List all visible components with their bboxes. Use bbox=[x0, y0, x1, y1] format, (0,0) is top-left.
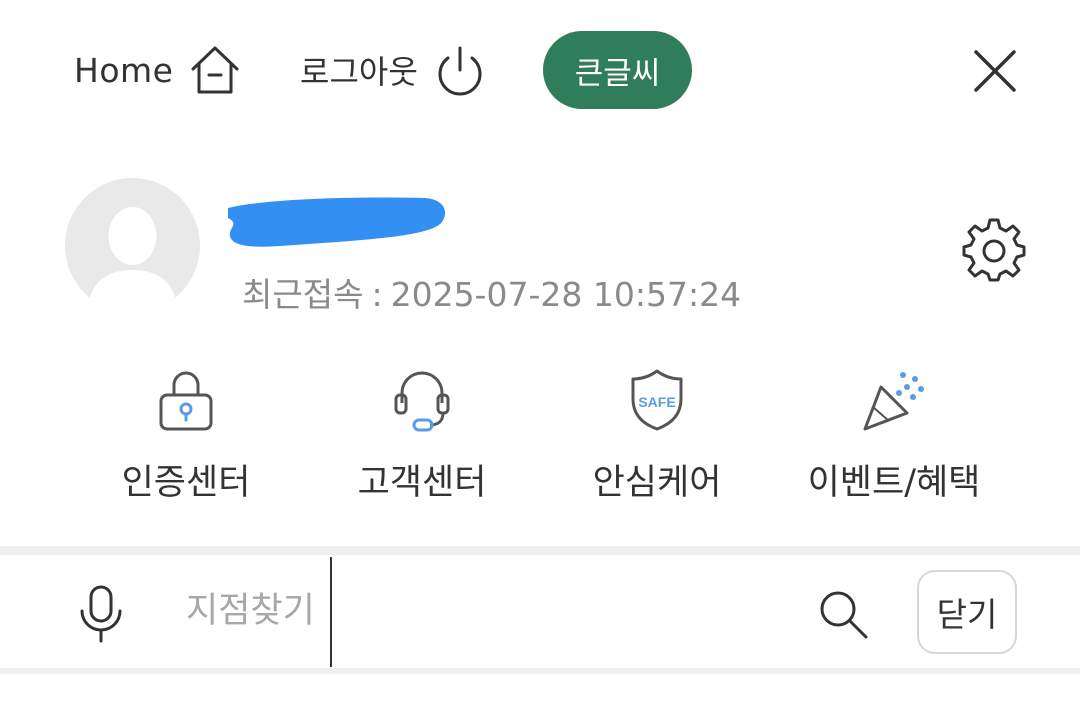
branch-search-input[interactable] bbox=[186, 577, 786, 645]
quick-menu-label: 인증센터 bbox=[121, 463, 251, 503]
last-access-label: 최근접속 bbox=[242, 275, 364, 314]
safe-badge-text: SAFE bbox=[638, 394, 675, 410]
avatar[interactable] bbox=[65, 178, 200, 313]
quick-menu-item-auth-center[interactable]: 인증센터 bbox=[76, 360, 296, 510]
home-button[interactable]: Home bbox=[74, 40, 243, 100]
quick-menu-item-event-benefit[interactable]: 이벤트/혜택 bbox=[784, 360, 1004, 510]
close-search-button[interactable]: 닫기 bbox=[917, 570, 1017, 654]
quick-menu-item-safe-care[interactable]: SAFE 안심케어 bbox=[547, 360, 767, 510]
home-icon bbox=[191, 46, 239, 94]
last-access-value: 2025-07-28 10:57:24 bbox=[390, 275, 742, 314]
last-access-info: 최근접속:2025-07-28 10:57:24 bbox=[242, 268, 741, 316]
close-icon[interactable] bbox=[966, 42, 1024, 100]
section-divider bbox=[0, 546, 1080, 555]
logout-label: 로그아웃 bbox=[300, 53, 418, 91]
quick-menu-item-customer-center[interactable]: 고객센터 bbox=[312, 360, 532, 510]
power-icon bbox=[438, 46, 482, 96]
profile-section: 최근접속:2025-07-28 10:57:24 bbox=[0, 150, 1080, 330]
logout-button[interactable]: 로그아웃 bbox=[300, 40, 486, 100]
quick-menu-label: 고객센터 bbox=[357, 463, 487, 503]
top-bar: Home 로그아웃 큰글씨 bbox=[0, 0, 1080, 140]
microphone-icon[interactable] bbox=[76, 583, 126, 645]
last-access-separator: : bbox=[371, 275, 383, 314]
home-label: Home bbox=[74, 50, 174, 90]
safe-shield-icon: SAFE bbox=[631, 369, 683, 431]
user-silhouette-icon bbox=[87, 207, 178, 313]
bottom-divider bbox=[0, 668, 1080, 674]
quick-menu: 인증센터 고객센터 SAFE 안심케어 이벤트/혜택 bbox=[0, 360, 1080, 510]
quick-menu-label: 이벤트/혜택 bbox=[807, 463, 981, 503]
text-caret bbox=[330, 557, 332, 667]
big-font-button[interactable]: 큰글씨 bbox=[543, 31, 692, 109]
quick-menu-label: 안심케어 bbox=[592, 463, 722, 503]
redacted-user-name bbox=[228, 197, 446, 247]
headset-icon bbox=[394, 371, 450, 432]
lock-icon bbox=[159, 371, 213, 431]
branch-search-bar: 닫기 bbox=[0, 555, 1080, 668]
party-popper-icon bbox=[863, 372, 924, 431]
search-icon[interactable] bbox=[816, 587, 870, 641]
gear-icon[interactable] bbox=[960, 214, 1028, 282]
